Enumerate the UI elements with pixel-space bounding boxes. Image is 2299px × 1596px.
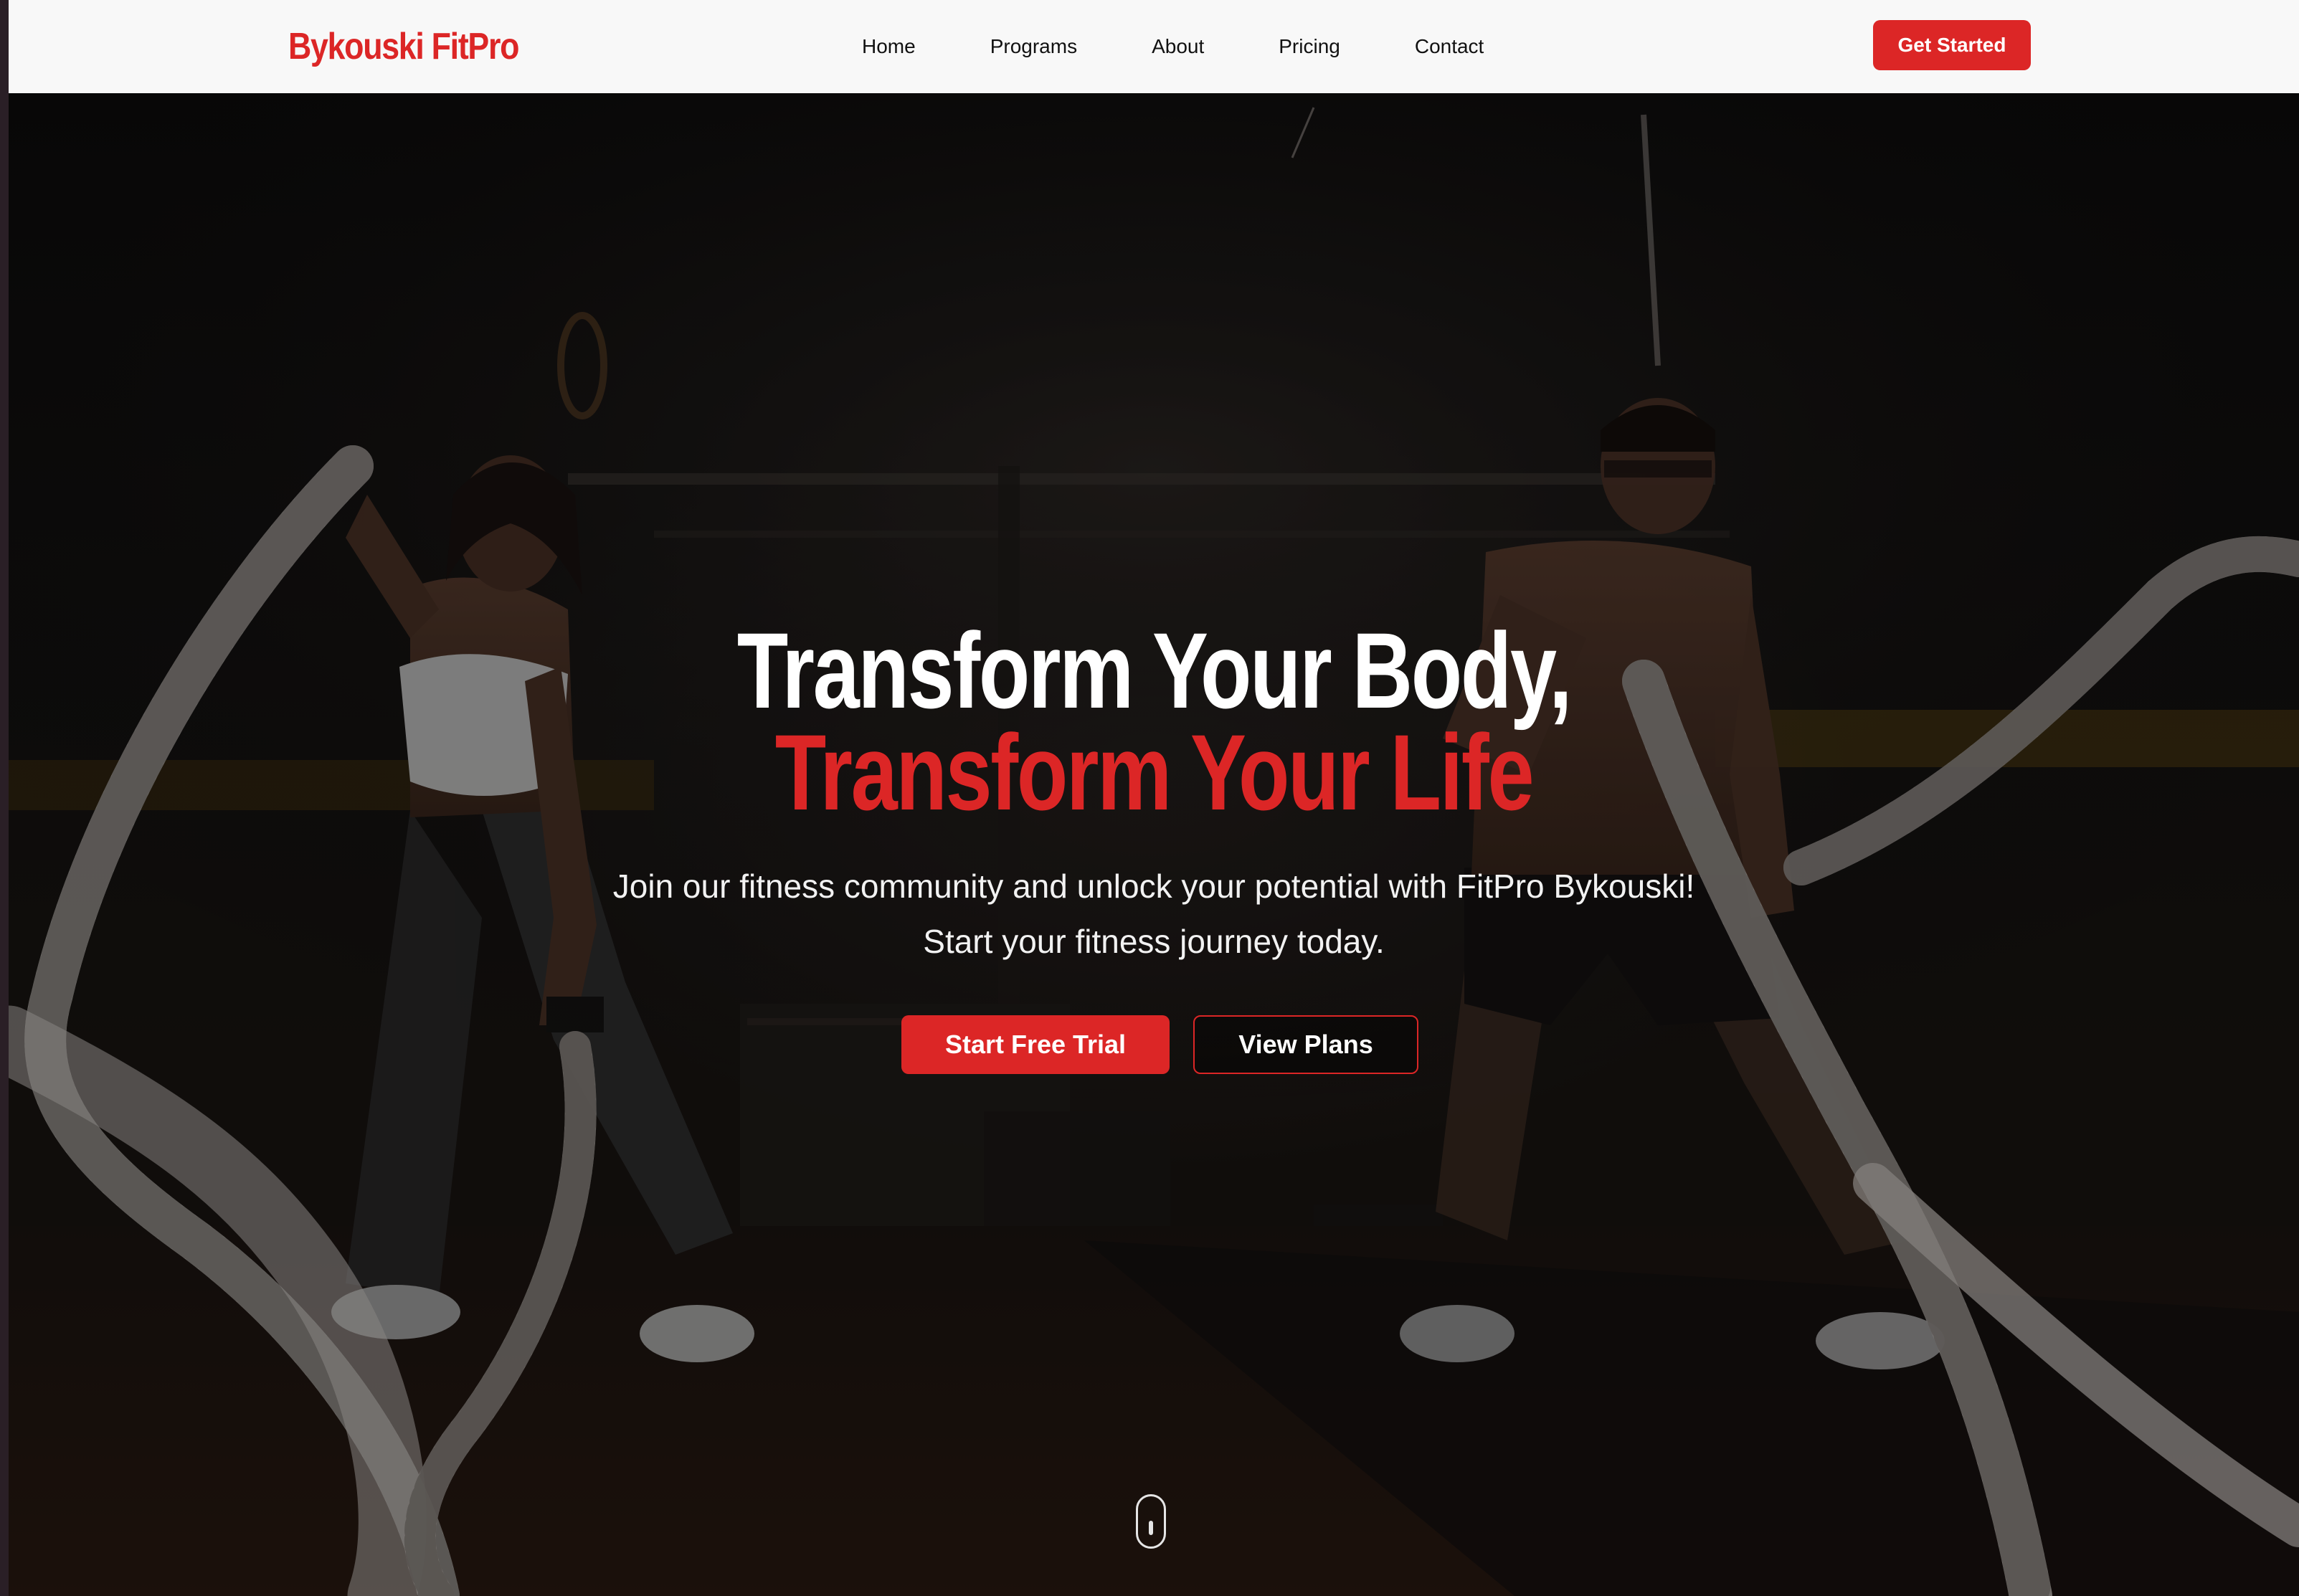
- mouse-scroll-icon[interactable]: [1136, 1494, 1166, 1549]
- hero-subtext-line1: Join our fitness community and unlock yo…: [612, 868, 1695, 905]
- nav-link-contact[interactable]: Contact: [1415, 29, 1484, 65]
- hero-headline-line1: Transform Your Body,: [736, 610, 1573, 731]
- nav-links: Home Programs About Pricing Contact: [862, 29, 1484, 65]
- scroll-wheel-dot: [1149, 1521, 1153, 1535]
- nav-link-about[interactable]: About: [1152, 29, 1204, 65]
- start-free-trial-button[interactable]: Start Free Trial: [901, 1015, 1170, 1074]
- brand-logo[interactable]: Bykouski FitPro: [288, 20, 519, 73]
- hero-headline-line2: Transform Your Life: [774, 712, 1535, 832]
- hero-subtext-line2: Start your fitness journey today.: [923, 923, 1385, 960]
- landing-page: Bykouski FitPro Home Programs About Pric…: [9, 0, 2299, 1596]
- hero-section: Transform Your Body, Transform Your Life…: [9, 93, 2299, 1596]
- nav-link-home[interactable]: Home: [862, 29, 916, 65]
- get-started-button[interactable]: Get Started: [1873, 20, 2031, 70]
- top-navbar: Bykouski FitPro Home Programs About Pric…: [9, 0, 2299, 93]
- nav-link-programs[interactable]: Programs: [990, 29, 1077, 65]
- view-plans-button[interactable]: View Plans: [1193, 1015, 1418, 1074]
- hero-content: Transform Your Body, Transform Your Life…: [9, 93, 2299, 1596]
- nav-link-pricing[interactable]: Pricing: [1279, 29, 1340, 65]
